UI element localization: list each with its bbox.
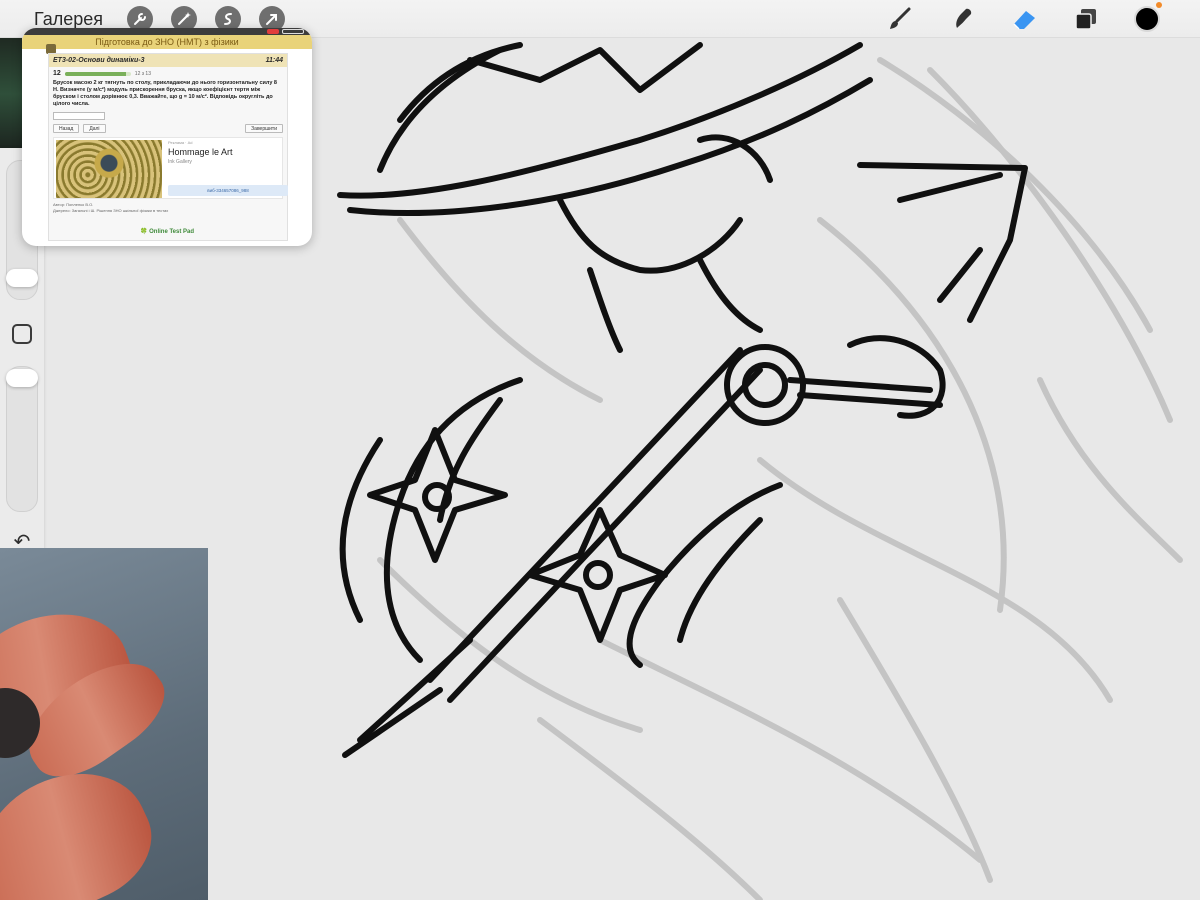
- next-button[interactable]: Далі: [83, 124, 106, 133]
- test-header: ЕТ3-02-Основи динаміки-3 11:44: [49, 54, 287, 67]
- question-number: 12: [53, 70, 61, 77]
- ad-label: Реклама · Ad: [168, 140, 193, 145]
- ad-image[interactable]: [56, 140, 162, 198]
- leaf-icon: 🍀: [139, 229, 150, 235]
- brush-size-knob[interactable]: [6, 269, 38, 287]
- ad-button[interactable]: виб-334657086_988: [168, 185, 288, 196]
- recording-indicator: [267, 29, 279, 34]
- back-button[interactable]: Назад: [53, 124, 80, 133]
- gallery-button[interactable]: Галерея: [34, 9, 103, 30]
- ad-subtitle: Ink Gallery: [168, 159, 192, 165]
- color-picker-button[interactable]: [1134, 6, 1160, 32]
- source-line: Джерело: Загальні і Ш. Рішення ЗНО шкіль…: [53, 208, 169, 213]
- battery-icon: [282, 29, 304, 34]
- test-timer: 11:44: [265, 57, 283, 64]
- opacity-slider[interactable]: [6, 366, 38, 512]
- progress-bar: [64, 71, 131, 76]
- question-progress-row: 12 12 з 13: [49, 67, 287, 77]
- site-header: Підготовка до ЗНО (НМТ) з фізики: [22, 35, 312, 54]
- question-text: Брусок масою 2 кг тягнуть по столу, прик…: [53, 80, 277, 107]
- navigation-buttons: Назад Далі Завершити: [49, 120, 287, 133]
- layers-icon[interactable]: [1072, 5, 1100, 33]
- progress-fill: [64, 71, 126, 76]
- test-name: ЕТ3-02-Основи динаміки-3: [53, 57, 145, 64]
- notification-dot: [1156, 2, 1162, 8]
- smudge-icon[interactable]: [948, 5, 976, 33]
- powered-by-text: Online Test Pad: [149, 229, 195, 235]
- test-card: ЕТ3-02-Основи динаміки-3 11:44 12 12 з 1…: [48, 53, 288, 241]
- site-title: Підготовка до ЗНО (НМТ) з фізики: [95, 37, 239, 47]
- test-meta: Автор: Попленко В.О. Джерело: Загальні і…: [49, 199, 287, 214]
- powered-by-logo[interactable]: 🍀 Online Test Pad: [22, 228, 312, 235]
- reference-photo[interactable]: [0, 548, 208, 900]
- opacity-knob[interactable]: [6, 369, 38, 387]
- eraser-icon[interactable]: [1010, 5, 1038, 33]
- progress-count: 12 з 13: [134, 70, 151, 77]
- picture-in-picture-window[interactable]: Підготовка до ЗНО (НМТ) з фізики ЕТ3-02-…: [22, 28, 312, 246]
- ad-title[interactable]: Hommage le Art: [168, 147, 233, 157]
- advertisement[interactable]: Реклама · Ad Hommage le Art Ink Gallery …: [53, 137, 288, 199]
- answer-input[interactable]: [53, 112, 105, 120]
- pip-status-bar: [22, 28, 312, 35]
- background-app-strip: [0, 38, 22, 150]
- modify-button[interactable]: [12, 324, 32, 344]
- brush-icon[interactable]: [886, 5, 914, 33]
- finish-button[interactable]: Завершити: [245, 124, 283, 133]
